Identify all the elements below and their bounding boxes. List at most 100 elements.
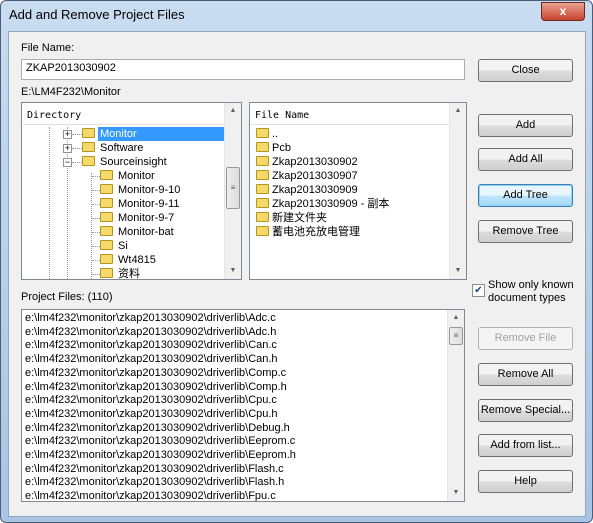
- add-tree-button[interactable]: Add Tree: [478, 184, 573, 207]
- folder-icon: [256, 212, 269, 222]
- folder-icon: [100, 170, 113, 180]
- file-item-label: Zkap2013030909: [272, 184, 358, 196]
- project-file-item[interactable]: e:\lm4f232\monitor\zkap2013030902\driver…: [25, 462, 284, 476]
- file-item[interactable]: 蓄电池充放电管理: [256, 225, 360, 239]
- tree-item-label: Monitor: [98, 127, 228, 141]
- dialog-window: Add and Remove Project Files x File Name…: [0, 0, 593, 523]
- tree-item-label: Monitor-9-11: [118, 198, 180, 210]
- tree-item[interactable]: Si: [100, 239, 130, 253]
- dialog-client: File Name: ZKAP2013030902 Close E:\LM4F2…: [8, 31, 586, 517]
- folder-icon: [256, 156, 269, 166]
- tree-item[interactable]: Monitor-9-11: [100, 197, 182, 211]
- tree-item[interactable]: Software: [82, 141, 145, 155]
- parent-folder-icon: [256, 128, 269, 138]
- tree-item[interactable]: Monitor-bat: [100, 225, 176, 239]
- tree-line: [92, 260, 100, 261]
- tree-item[interactable]: Monitor: [100, 169, 157, 183]
- project-file-item[interactable]: e:\lm4f232\monitor\zkap2013030902\driver…: [25, 338, 277, 352]
- directory-header: Directory: [23, 110, 225, 125]
- folder-icon: [256, 198, 269, 208]
- directory-scrollbar[interactable]: ▲ ≡ ▼: [224, 103, 241, 279]
- project-files-scrollbar[interactable]: ▲ ≡ ▼: [447, 310, 464, 501]
- tree-item-label: Wt4815: [118, 254, 156, 266]
- project-files-list[interactable]: e:\lm4f232\monitor\zkap2013030902\driver…: [21, 309, 465, 502]
- tree-expander-icon[interactable]: +: [63, 130, 72, 139]
- scroll-down-arrow-icon[interactable]: ▼: [450, 263, 466, 279]
- folder-icon: [256, 226, 269, 236]
- project-file-item[interactable]: e:\lm4f232\monitor\zkap2013030902\driver…: [25, 366, 286, 380]
- scroll-thumb[interactable]: ≡: [449, 327, 463, 345]
- file-item[interactable]: Zkap2013030909: [256, 183, 358, 197]
- add-button[interactable]: Add: [478, 114, 573, 137]
- project-file-item[interactable]: e:\lm4f232\monitor\zkap2013030902\driver…: [25, 434, 295, 448]
- project-file-item[interactable]: e:\lm4f232\monitor\zkap2013030902\driver…: [25, 393, 277, 407]
- project-files-label: Project Files: (110): [21, 291, 113, 303]
- project-file-item[interactable]: e:\lm4f232\monitor\zkap2013030902\driver…: [25, 311, 276, 325]
- tree-line: [92, 190, 100, 191]
- scroll-thumb[interactable]: ≡: [226, 167, 240, 209]
- scroll-up-arrow-icon[interactable]: ▲: [448, 310, 464, 326]
- scroll-down-arrow-icon[interactable]: ▼: [225, 263, 241, 279]
- tree-item-label: Software: [100, 142, 144, 154]
- scroll-down-arrow-icon[interactable]: ▼: [448, 485, 464, 501]
- file-item[interactable]: ..: [256, 127, 278, 141]
- tree-line: [92, 274, 100, 275]
- tree-item-label: Si: [118, 240, 128, 252]
- project-file-item[interactable]: e:\lm4f232\monitor\zkap2013030902\driver…: [25, 448, 296, 462]
- add-from-list-button[interactable]: Add from list...: [478, 434, 573, 457]
- close-window-button[interactable]: x: [541, 2, 585, 21]
- tree-line: [92, 204, 100, 205]
- folder-icon: [256, 184, 269, 194]
- directory-tree[interactable]: Directory + Monitor + Software − Sourceinsigh…: [21, 102, 242, 280]
- file-list[interactable]: File Name .. Pcb Zkap2013030902 Zkap2013030…: [249, 102, 467, 280]
- project-file-item[interactable]: e:\lm4f232\monitor\zkap2013030902\driver…: [25, 407, 278, 421]
- remove-special-button[interactable]: Remove Special...: [478, 399, 573, 422]
- add-all-button[interactable]: Add All: [478, 148, 573, 171]
- tree-item-label: Sourceinsight: [100, 156, 167, 168]
- folder-icon: [100, 212, 113, 222]
- tree-line: [49, 127, 50, 279]
- file-item[interactable]: Zkap2013030909 - 副本: [256, 197, 389, 211]
- show-known-types-checkbox[interactable]: ✔: [472, 284, 485, 297]
- remove-file-button[interactable]: Remove File: [478, 327, 573, 350]
- project-file-item[interactable]: e:\lm4f232\monitor\zkap2013030902\driver…: [25, 489, 276, 501]
- folder-icon: [100, 240, 113, 250]
- folder-icon: [100, 226, 113, 236]
- file-name-input[interactable]: ZKAP2013030902: [21, 59, 465, 80]
- tree-expander-icon[interactable]: +: [63, 144, 72, 153]
- tree-item[interactable]: Monitor-9-10: [100, 183, 182, 197]
- tree-item[interactable]: Monitor-9-7: [100, 211, 176, 225]
- folder-icon: [100, 184, 113, 194]
- remove-all-button[interactable]: Remove All: [478, 363, 573, 386]
- close-button[interactable]: Close: [478, 59, 573, 82]
- project-file-item[interactable]: e:\lm4f232\monitor\zkap2013030902\driver…: [25, 475, 284, 489]
- remove-tree-button[interactable]: Remove Tree: [478, 220, 573, 243]
- folder-icon: [100, 198, 113, 208]
- scroll-up-arrow-icon[interactable]: ▲: [225, 103, 241, 119]
- file-item-label: ..: [272, 128, 279, 140]
- folder-icon: [82, 142, 95, 152]
- tree-item[interactable]: Monitor: [82, 127, 228, 141]
- tree-line: [92, 246, 100, 247]
- file-item[interactable]: 新建文件夹: [256, 211, 327, 225]
- project-file-item[interactable]: e:\lm4f232\monitor\zkap2013030902\driver…: [25, 325, 276, 339]
- tree-line: [72, 162, 82, 163]
- project-file-item[interactable]: e:\lm4f232\monitor\zkap2013030902\driver…: [25, 352, 278, 366]
- help-button[interactable]: Help: [478, 470, 573, 493]
- file-item-label: 蓄电池充放电管理: [272, 226, 360, 238]
- file-item[interactable]: Pcb: [256, 141, 291, 155]
- tree-item[interactable]: Sourceinsight: [82, 155, 169, 169]
- tree-item[interactable]: Wt4815: [100, 253, 158, 267]
- tree-item[interactable]: 资料: [100, 267, 142, 281]
- show-known-label-1: Show only known: [488, 279, 574, 291]
- tree-expander-icon[interactable]: −: [63, 158, 72, 167]
- file-list-scrollbar[interactable]: ▲ ▼: [449, 103, 466, 279]
- folder-icon: [82, 128, 95, 138]
- file-item[interactable]: Zkap2013030902: [256, 155, 358, 169]
- project-file-item[interactable]: e:\lm4f232\monitor\zkap2013030902\driver…: [25, 380, 287, 394]
- project-file-item[interactable]: e:\lm4f232\monitor\zkap2013030902\driver…: [25, 421, 290, 435]
- scroll-up-arrow-icon[interactable]: ▲: [450, 103, 466, 119]
- current-path: E:\LM4F232\Monitor: [21, 86, 121, 98]
- file-item-label: Pcb: [272, 142, 291, 154]
- file-item[interactable]: Zkap2013030907: [256, 169, 358, 183]
